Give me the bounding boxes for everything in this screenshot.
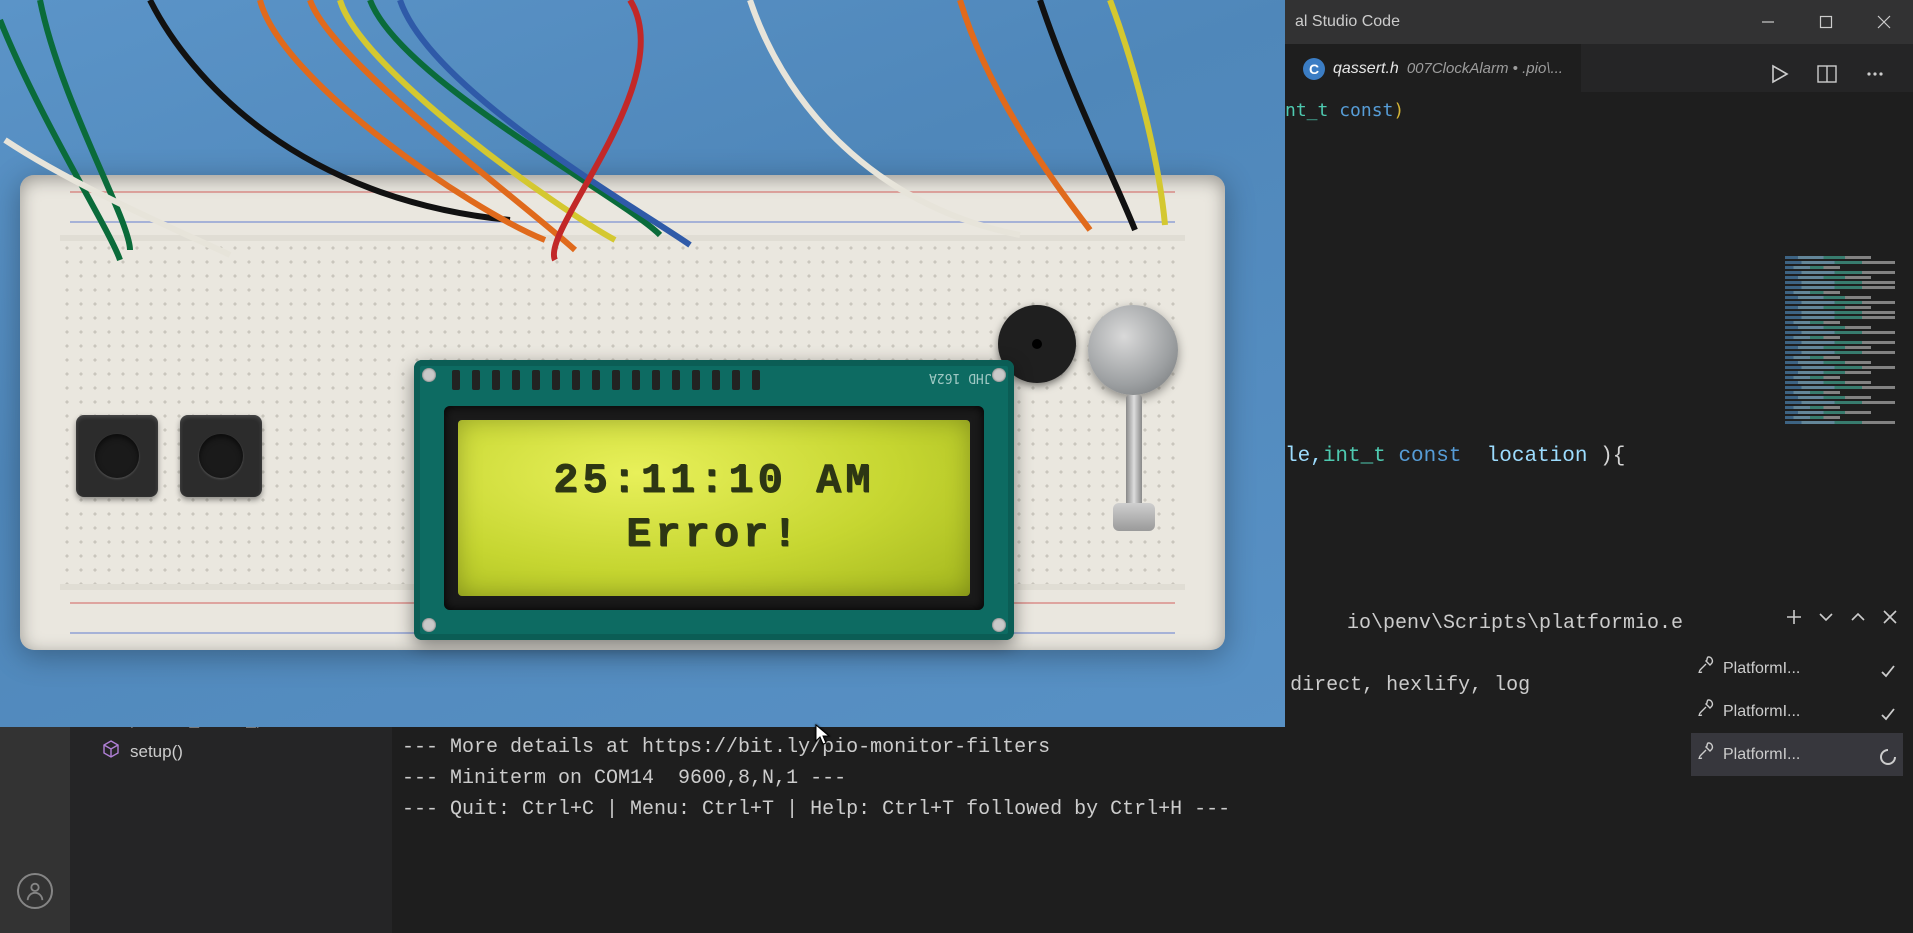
editor-tab-qassert[interactable]: C qassert.h 007ClockAlarm • .pio\... [1285,44,1581,92]
lcd-model-label: JHD 162A [929,370,992,385]
terminal-line: --- Miniterm on COM14 9600,8,N,1 --- [402,763,1913,794]
window-title: al Studio Code [1285,13,1739,31]
terminal-tab[interactable]: PlatformI... [1691,690,1903,733]
check-icon [1879,660,1897,678]
tactile-button [180,415,262,497]
more-actions-icon[interactable] [1865,64,1885,89]
terminal-tab[interactable]: PlatformI... [1691,647,1903,690]
terminal-tab[interactable]: PlatformI... [1691,733,1903,776]
window-minimize-button[interactable] [1739,0,1797,44]
outline-item[interactable]: setup() [70,735,392,768]
maximize-panel-icon[interactable] [1849,606,1867,637]
window-maximize-button[interactable] [1797,0,1855,44]
lcd-module: JHD 162A 25:11:10 AM Error! [414,360,1014,640]
tools-icon [1697,739,1715,770]
file-c-icon: C [1303,58,1325,80]
minimap[interactable] [1785,256,1895,636]
terminal-new-icon[interactable] [1785,606,1803,637]
window-close-button[interactable] [1855,0,1913,44]
tools-icon [1697,696,1715,727]
chevron-down-icon[interactable] [1817,606,1835,637]
terminal-line: --- Quit: Ctrl+C | Menu: Ctrl+T | Help: … [402,794,1913,825]
close-panel-icon[interactable] [1881,606,1899,637]
terminal-tabs: PlatformI... PlatformI... PlatformI... [1691,600,1903,776]
accounts-icon[interactable] [17,873,53,909]
hardware-photo-overlay: JHD 162A 25:11:10 AM Error! [0,0,1285,727]
split-editor-icon[interactable] [1817,64,1837,89]
terminal-line: --- More details at https://bit.ly/pio-m… [402,732,1913,763]
tab-filename: qassert.h [1333,60,1399,78]
tab-subpath: 007ClockAlarm • .pio\... [1407,60,1563,77]
lcd-line-2: Error! [626,511,801,559]
lcd-line-1: 25:11:10 AM [553,457,874,505]
code-line: le,int_t const location ){ [1285,441,1625,473]
method-icon [102,740,120,763]
potentiometer [1088,305,1178,395]
spinner-icon [1879,746,1897,764]
run-icon[interactable] [1769,64,1789,89]
tools-icon [1697,653,1715,684]
tactile-button [76,415,158,497]
breadboard: JHD 162A 25:11:10 AM Error! [20,175,1225,650]
check-icon [1879,703,1897,721]
